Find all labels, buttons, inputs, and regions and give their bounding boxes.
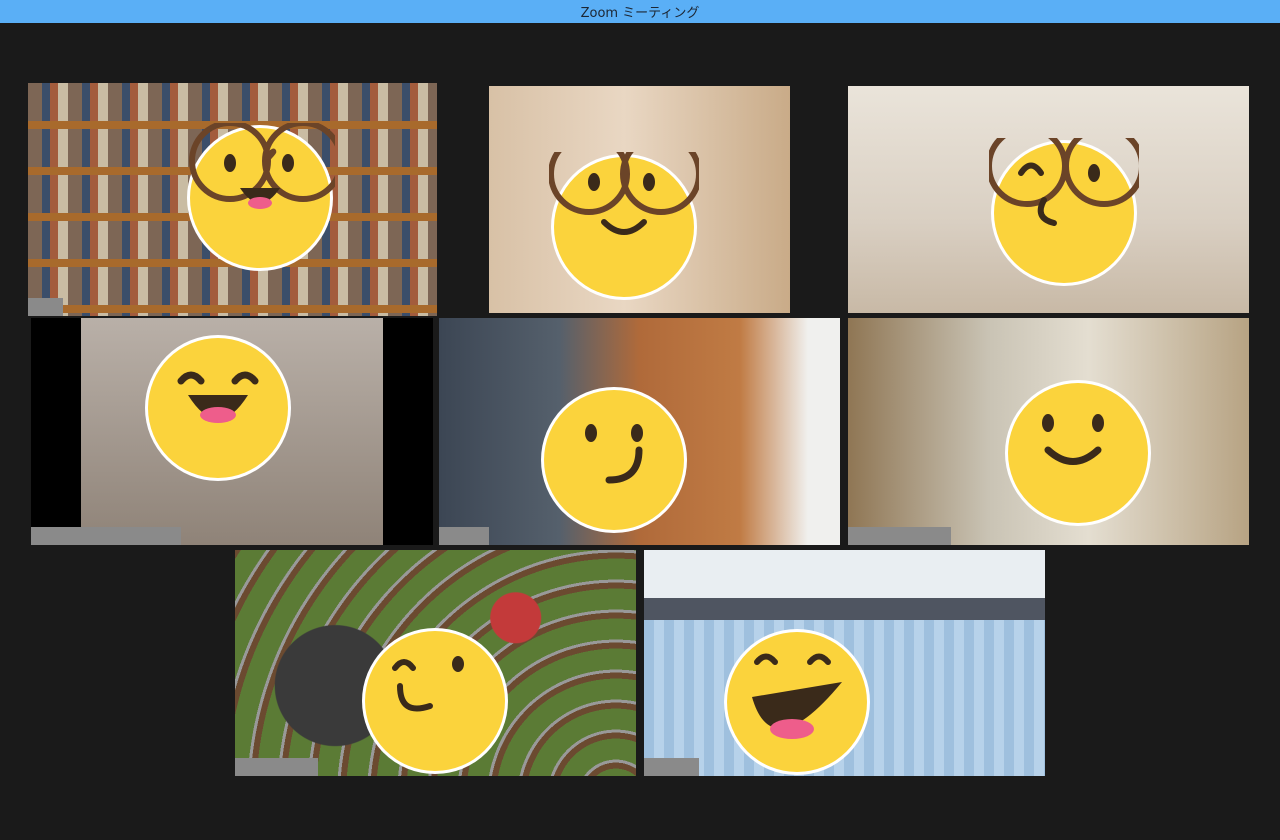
emoji-glasses-wink-icon [989,138,1139,288]
participant-name-label [848,527,951,545]
participant-name-label [31,527,181,545]
participant-name-label [439,527,489,545]
participant-name-label [644,758,699,776]
video-tile-p8[interactable] [644,550,1045,776]
participant-name-label [235,758,318,776]
video-tile-p5[interactable] [439,318,840,545]
video-tile-p1[interactable] [28,83,437,316]
video-tile-p2[interactable] [489,86,790,313]
emoji-big-smile-icon [143,333,293,483]
video-tile-p3[interactable] [848,86,1249,313]
window-title: Zoom ミーティング [580,6,700,21]
emoji-glasses-grin-icon [185,123,335,273]
emoji-smirk-icon [360,626,510,776]
window-titlebar[interactable]: Zoom ミーティング [0,0,1280,23]
emoji-glasses-smile-icon [549,152,699,302]
video-tile-p4[interactable] [31,318,433,545]
video-tile-p7[interactable] [235,550,636,776]
emoji-smile-icon [1003,378,1153,528]
emoji-laugh-icon [722,627,872,776]
video-tile-p6[interactable] [848,318,1249,545]
gallery-view [0,23,1280,840]
participant-name-label [28,298,63,316]
emoji-smirk-icon [539,385,689,535]
